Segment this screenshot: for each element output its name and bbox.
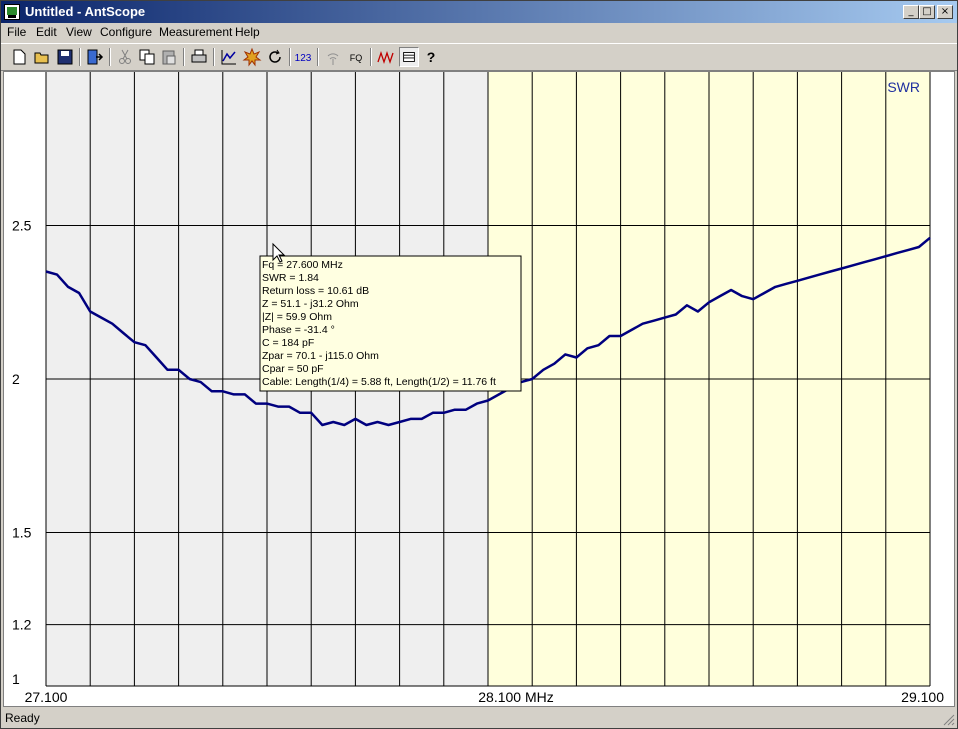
save-icon[interactable] (55, 47, 75, 67)
resize-grip-icon[interactable] (943, 714, 955, 726)
svg-text:FQ: FQ (350, 53, 363, 63)
menu-measurement[interactable]: Measurement (159, 25, 232, 39)
y-tick-label: 1.5 (12, 525, 32, 541)
help-icon[interactable]: ? (421, 47, 441, 67)
svg-text:123: 123 (295, 53, 312, 64)
new-icon[interactable] (9, 47, 29, 67)
export-icon[interactable] (85, 47, 105, 67)
window-title: Untitled - AntScope (25, 4, 146, 19)
app-icon[interactable] (4, 4, 20, 20)
tooltip-line: Zpar = 70.1 - j115.0 Ohm (262, 350, 379, 362)
svg-text:?: ? (427, 49, 436, 65)
refresh-icon[interactable] (265, 47, 285, 67)
maximize-button[interactable]: □ (919, 5, 935, 19)
menu-configure[interactable]: Configure (100, 25, 152, 39)
y-tick-label: 2.5 (12, 218, 32, 234)
minimize-button[interactable]: _ (903, 5, 919, 19)
menu-help[interactable]: Help (235, 25, 260, 39)
antenna-icon[interactable] (323, 47, 343, 67)
menu-edit[interactable]: Edit (36, 25, 57, 39)
tooltip-line: Fq = 27.600 MHz (262, 259, 343, 271)
numbers-icon[interactable]: 123 (293, 47, 313, 67)
close-button[interactable]: × (937, 5, 953, 19)
open-icon[interactable] (32, 47, 52, 67)
status-bar: Ready (1, 708, 957, 728)
frequency-icon[interactable]: FQ (346, 47, 366, 67)
chart-area[interactable]: 1 1.2 1.5 2 2.5 27.100 28.100 MHz 29.100 SWR F… (3, 71, 955, 707)
graph-icon[interactable] (219, 47, 239, 67)
tooltip-line: Cable: Length(1/4) = 5.88 ft, Length(1/2… (262, 376, 496, 388)
x-tick-label: 29.100 (901, 689, 944, 705)
menu-file[interactable]: File (7, 25, 26, 39)
toolbar-separator (317, 48, 319, 66)
tooltip-line: C = 184 pF (262, 337, 314, 349)
tooltip-line: Cpar = 50 pF (262, 363, 324, 375)
menu-bar: File Edit View Configure Measurement Hel… (1, 23, 957, 42)
scan-icon[interactable] (242, 47, 262, 67)
toolbar-separator (289, 48, 291, 66)
print-icon[interactable] (189, 47, 209, 67)
tooltip-line: Phase = -31.4 ° (262, 324, 335, 336)
toolbar-separator (183, 48, 185, 66)
y-tick-label: 1.2 (12, 617, 32, 633)
tooltip-line: SWR = 1.84 (262, 272, 319, 284)
y-tick-label: 1 (12, 671, 20, 687)
cut-icon[interactable] (115, 47, 135, 67)
toolbar-separator (213, 48, 215, 66)
paste-icon[interactable] (159, 47, 179, 67)
title-bar[interactable]: Untitled - AntScope _ □ × (1, 1, 957, 23)
status-text: Ready (5, 711, 40, 725)
table-icon[interactable] (399, 47, 419, 67)
toolbar-separator (109, 48, 111, 66)
measurement-tooltip: Fq = 27.600 MHzSWR = 1.84Return loss = 1… (259, 255, 522, 392)
toolbar: 123 FQ ? (1, 43, 957, 71)
smith-icon[interactable] (376, 47, 396, 67)
tooltip-line: Return loss = 10.61 dB (262, 285, 369, 297)
menu-view[interactable]: View (66, 25, 92, 39)
x-tick-label: 28.100 MHz (478, 689, 553, 705)
tooltip-line: Z = 51.1 - j31.2 Ohm (262, 298, 359, 310)
toolbar-separator (370, 48, 372, 66)
copy-icon[interactable] (137, 47, 157, 67)
app-window: Untitled - AntScope _ □ × File Edit View… (0, 0, 958, 729)
toolbar-separator (79, 48, 81, 66)
tooltip-line: |Z| = 59.9 Ohm (262, 311, 332, 323)
series-label: SWR (887, 79, 920, 95)
x-tick-label: 27.100 (25, 689, 68, 705)
y-tick-label: 2 (12, 371, 20, 387)
swr-chart[interactable]: 1 1.2 1.5 2 2.5 27.100 28.100 MHz 29.100 SWR F… (4, 72, 954, 706)
